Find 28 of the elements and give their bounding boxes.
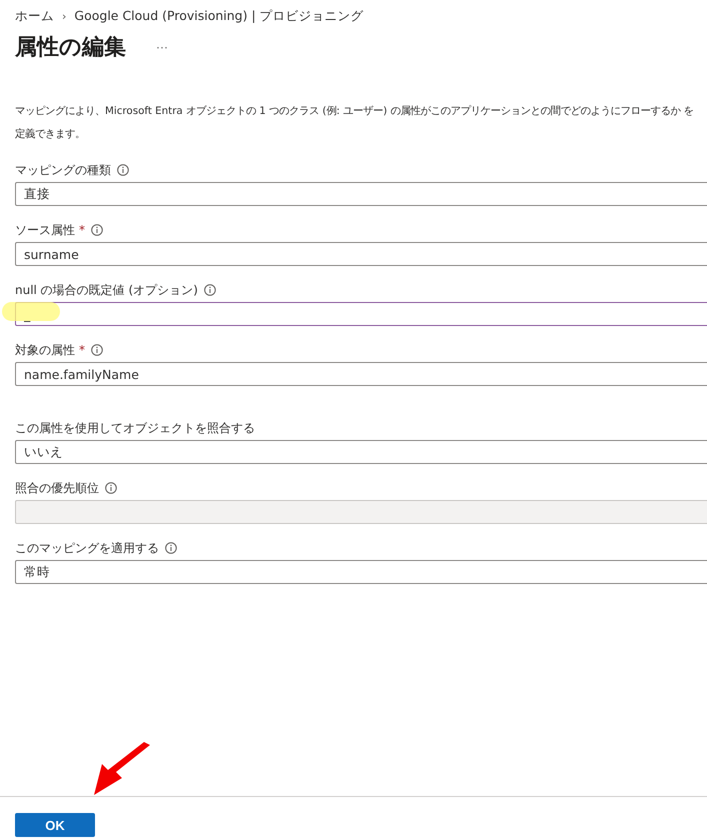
required-mark: *: [79, 343, 85, 357]
page-title: 属性の編集: [15, 34, 126, 62]
field-label: このマッピングを適用する: [15, 540, 159, 556]
required-mark: *: [79, 223, 85, 237]
dropdown[interactable]: name.familyName: [15, 362, 707, 386]
more-button[interactable]: ···: [152, 40, 172, 54]
breadcrumb-link[interactable]: Google Cloud (Provisioning) | プロビジョニング: [74, 8, 364, 24]
highlight-mark: [2, 302, 60, 321]
breadcrumb-link[interactable]: ホーム: [15, 8, 54, 24]
breadcrumb-separator: ›: [62, 10, 66, 22]
info-icon[interactable]: [165, 542, 177, 554]
field-label: この属性を使用してオブジェクトを照合する: [15, 420, 255, 436]
info-icon[interactable]: [117, 164, 129, 176]
info-icon[interactable]: [204, 284, 216, 296]
field-label: ソース属性: [15, 222, 75, 238]
dropdown[interactable]: 常時: [15, 560, 707, 584]
info-icon[interactable]: [91, 344, 103, 356]
input-field[interactable]: _: [15, 302, 707, 326]
ok-button[interactable]: OK: [15, 813, 95, 837]
dropdown[interactable]: いいえ: [15, 440, 707, 464]
description-text: マッピングにより、Microsoft Entra オブジェクトの 1 つのクラス (例: ユーザー) の属性がこのアプリケーションとの間でどのようにフローするか を定義できます。: [15, 104, 695, 142]
dropdown[interactable]: 直接: [15, 182, 707, 206]
field-label: 対象の属性: [15, 342, 75, 358]
dropdown[interactable]: surname: [15, 242, 707, 266]
field-label: null の場合の既定値 (オプション): [15, 282, 198, 298]
info-icon[interactable]: [91, 224, 103, 236]
field-label: 照合の優先順位: [15, 480, 99, 496]
field-label: マッピングの種類: [15, 162, 111, 178]
